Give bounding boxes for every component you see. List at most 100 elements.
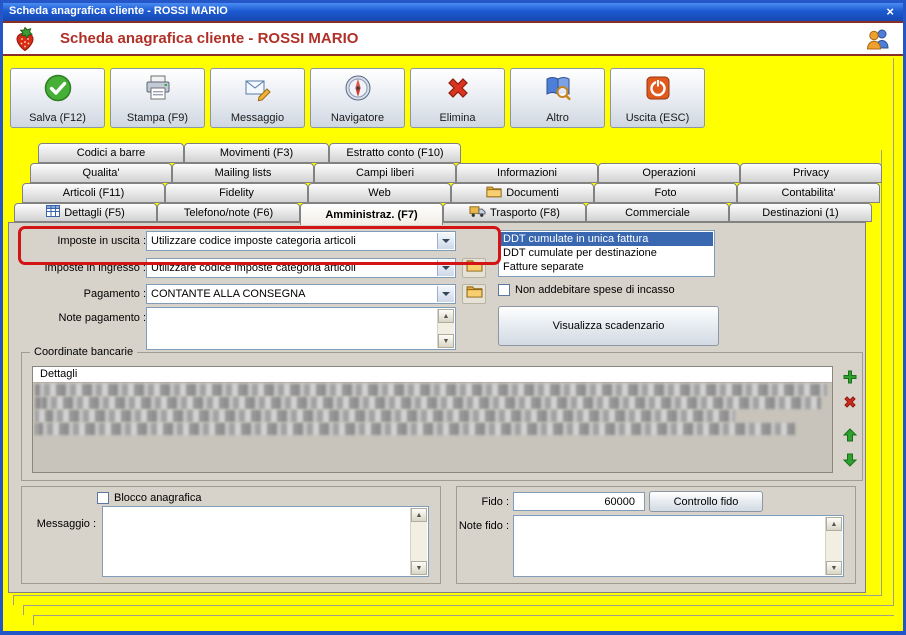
tab-label: Movimenti (F3)	[219, 147, 294, 159]
stacked-window-edge	[23, 605, 24, 615]
pagamento-label: Pagamento :	[83, 288, 146, 300]
tab-label: Privacy	[792, 167, 830, 179]
imposte-ingresso-folder-button[interactable]	[462, 258, 486, 278]
stacked-window-edge	[13, 595, 14, 605]
table-row[interactable]	[35, 384, 827, 396]
move-down-button[interactable]	[840, 452, 860, 472]
tab-label: Amministraz. (F7)	[325, 208, 418, 221]
scroll-down-icon[interactable]: ▼	[826, 561, 842, 575]
scroll-down-icon[interactable]: ▼	[411, 561, 427, 575]
tab-label: Dettagli (F5)	[64, 206, 125, 219]
list-item[interactable]: Fatture separate	[500, 260, 713, 274]
table-row[interactable]	[35, 397, 821, 409]
tab-telefono-note-f6[interactable]: Telefono/note (F6)	[157, 203, 300, 222]
other-button[interactable]: Altro	[510, 68, 605, 128]
pagamento-dropdown[interactable]: CONTANTE ALLA CONSEGNA	[146, 284, 456, 304]
group-title: Coordinate bancarie	[30, 346, 138, 358]
save-check-icon	[43, 73, 73, 108]
stacked-window-edge	[881, 150, 882, 595]
tab-label: Estratto conto (F10)	[346, 147, 444, 159]
note-fido-textarea[interactable]: ▲ ▼	[513, 515, 844, 577]
pagamento-folder-button[interactable]	[462, 284, 486, 304]
tab-web[interactable]: Web	[308, 183, 451, 203]
exit-button[interactable]: Uscita (ESC)	[610, 68, 705, 128]
tab-operazioni[interactable]: Operazioni	[598, 163, 740, 183]
book-search-icon	[543, 73, 573, 108]
scrollbar[interactable]: ▲ ▼	[437, 309, 454, 348]
list-item[interactable]: DDT cumulate in unica fattura	[500, 232, 713, 246]
scrollbar[interactable]: ▲ ▼	[410, 508, 427, 575]
tab-amministraz-f7[interactable]: Amministraz. (F7)	[300, 203, 443, 225]
tab-label: Codici a barre	[76, 147, 146, 159]
tab-mailing-lists[interactable]: Mailing lists	[172, 163, 314, 183]
imposte-ingresso-dropdown[interactable]: Utilizzare codice imposte categoria arti…	[146, 258, 456, 278]
checkbox-box[interactable]	[97, 492, 109, 504]
table-row[interactable]	[35, 423, 795, 435]
arrow-down-icon	[842, 452, 858, 473]
visualizza-scadenzario-button[interactable]: Visualizza scadenzario	[498, 306, 719, 346]
tab-privacy[interactable]: Privacy	[740, 163, 882, 183]
dropdown-arrow-button[interactable]	[437, 286, 454, 302]
fido-input[interactable]	[513, 492, 645, 511]
messaggio-label: Messaggio :	[36, 518, 96, 530]
imposte-uscita-label: Imposte in uscita :	[57, 235, 146, 247]
navigator-button[interactable]: Navigatore	[310, 68, 405, 128]
move-up-button[interactable]	[840, 427, 860, 447]
toolbar-button-label: Messaggio	[230, 111, 285, 124]
imposte-uscita-dropdown[interactable]: Utilizzare codice imposte categoria arti…	[146, 231, 456, 251]
tab-contabilita[interactable]: Contabilita'	[737, 183, 880, 203]
tab-label: Campi liberi	[355, 167, 415, 179]
scroll-up-icon[interactable]: ▲	[411, 508, 427, 522]
scroll-up-icon[interactable]: ▲	[826, 517, 842, 531]
tab-informazioni[interactable]: Informazioni	[456, 163, 598, 183]
list-item[interactable]: DDT cumulate per destinazione	[500, 246, 713, 260]
checkbox-box[interactable]	[498, 284, 510, 296]
coordinate-bancarie-table[interactable]: Dettagli	[32, 366, 833, 473]
spese-incasso-checkbox[interactable]: Non addebitare spese di incasso	[498, 284, 675, 296]
delete-button[interactable]: Elimina	[410, 68, 505, 128]
messaggio-textarea[interactable]: ▲ ▼	[102, 506, 429, 577]
tab-qualita[interactable]: Qualita'	[30, 163, 172, 183]
tab-documenti[interactable]: Documenti	[451, 183, 594, 203]
scrollbar[interactable]: ▲ ▼	[825, 517, 842, 575]
tab-estratto-conto-f10[interactable]: Estratto conto (F10)	[329, 143, 461, 163]
fatturazione-listbox[interactable]: DDT cumulate in unica fattura DDT cumula…	[498, 230, 715, 277]
tab-destinazioni-1[interactable]: Destinazioni (1)	[729, 203, 872, 222]
note-pagamento-textarea[interactable]: ▲ ▼	[146, 307, 456, 350]
tab-fidelity[interactable]: Fidelity	[165, 183, 308, 203]
folder-icon	[466, 259, 483, 277]
dropdown-arrow-button[interactable]	[437, 260, 454, 276]
tab-codici-a-barre[interactable]: Codici a barre	[38, 143, 184, 163]
add-row-button[interactable]	[840, 369, 860, 389]
tab-commerciale[interactable]: Commerciale	[586, 203, 729, 222]
controllo-fido-button[interactable]: Controllo fido	[649, 491, 763, 512]
tab-trasporto-f8[interactable]: Trasporto (F8)	[443, 203, 586, 222]
tab-movimenti-f3[interactable]: Movimenti (F3)	[184, 143, 329, 163]
tab-campi-liberi[interactable]: Campi liberi	[314, 163, 456, 183]
compass-icon	[343, 73, 373, 108]
delete-row-button[interactable]	[840, 394, 860, 414]
users-icon[interactable]	[865, 26, 891, 57]
tab-label: Mailing lists	[214, 167, 272, 179]
note-fido-label: Note fido :	[458, 520, 509, 532]
stacked-window-edge	[13, 595, 882, 596]
scroll-up-icon[interactable]: ▲	[438, 309, 454, 323]
save-button[interactable]: Salva (F12)	[10, 68, 105, 128]
blocco-anagrafica-checkbox[interactable]: Blocco anagrafica	[97, 492, 201, 504]
message-button[interactable]: Messaggio	[210, 68, 305, 128]
dropdown-arrow-button[interactable]	[437, 233, 454, 249]
close-button[interactable]: ×	[886, 4, 894, 19]
tab-label: Fidelity	[219, 187, 254, 199]
tab-foto[interactable]: Foto	[594, 183, 737, 203]
toolbar-button-label: Altro	[546, 111, 569, 124]
printer-icon	[143, 73, 173, 108]
table-column-header: Dettagli	[33, 367, 832, 383]
dropdown-value: CONTANTE ALLA CONSEGNA	[151, 288, 306, 300]
tab-articoli-f11[interactable]: Articoli (F11)	[22, 183, 165, 203]
table-row[interactable]	[35, 410, 735, 422]
scroll-down-icon[interactable]: ▼	[438, 334, 454, 348]
print-button[interactable]: Stampa (F9)	[110, 68, 205, 128]
strawberry-logo-icon	[11, 25, 39, 58]
tab-dettagli-f5[interactable]: Dettagli (F5)	[14, 203, 157, 222]
toolbar: Salva (F12) Stampa (F9) Messaggio Naviga…	[10, 68, 705, 128]
